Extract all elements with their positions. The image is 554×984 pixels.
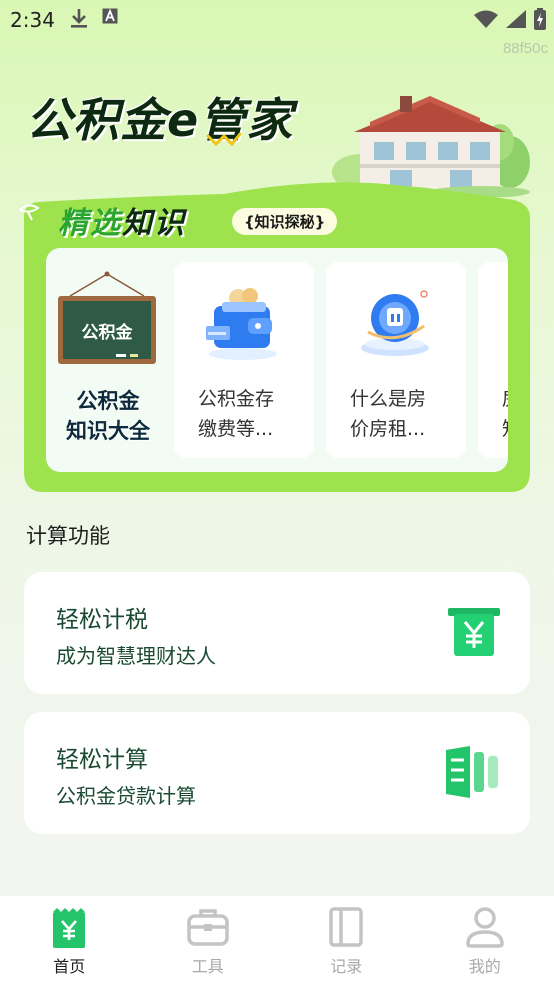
title-accent-decoration <box>206 132 242 147</box>
knowledge-heading-main: 知识 <box>122 206 186 241</box>
knowledge-card-line1: 公积金存 <box>198 388 275 410</box>
knowledge-card-line1: 什么是房 <box>350 388 427 410</box>
yuan-receipt-icon <box>448 608 500 656</box>
tab-label: 工具 <box>191 957 224 976</box>
section-title: 计算功能 <box>26 524 110 548</box>
book-icon <box>329 907 363 947</box>
tab-records[interactable]: 记录 <box>277 896 416 984</box>
calculator-bars-icon <box>446 746 498 798</box>
home-yuan-icon <box>53 908 86 948</box>
tax-calc-card[interactable]: 轻松计税 成为智慧理财达人 <box>24 572 530 694</box>
knowledge-card[interactable]: 什么是房 价房租... <box>326 262 466 458</box>
tab-home[interactable]: 首页 <box>0 896 139 984</box>
toolbox-icon <box>187 909 229 946</box>
knowledge-panel: 精选知识 {知识探秘} 公积金 公积金 知识大全 公积金存 缴费等... 什么是… <box>18 182 530 492</box>
tab-mine[interactable]: 我的 <box>416 896 554 984</box>
signal-icon <box>506 10 526 28</box>
watermark-text: 88f50c <box>502 40 548 57</box>
knowledge-card[interactable]: 房 知 <box>478 262 508 458</box>
featured-title-line2: 知识大全 <box>66 419 150 443</box>
featured-title-line1: 公积金 <box>76 389 140 413</box>
knowledge-card-text: 房 知 <box>502 384 508 444</box>
knowledge-card-line2: 知 <box>502 414 508 444</box>
knowledge-card-text: 什么是房 价房租... <box>350 384 450 444</box>
bottom-tab-bar: 首页 工具 记录 我的 <box>0 896 554 984</box>
knowledge-badge: {知识探秘} <box>232 208 338 235</box>
knowledge-carousel[interactable]: 公积金 公积金 知识大全 公积金存 缴费等... 什么是房 价房租... <box>46 248 508 472</box>
tab-tools[interactable]: 工具 <box>139 896 278 984</box>
tab-label: 记录 <box>330 957 363 976</box>
leaf-sparkle-icon <box>18 204 40 221</box>
user-icon <box>465 907 504 948</box>
func-card-title: 轻松计税 <box>56 607 148 633</box>
status-bar: 2:34 <box>0 0 554 38</box>
func-card-subtitle: 公积金贷款计算 <box>56 784 196 808</box>
knowledge-card-featured-title: 公积金 知识大全 <box>46 386 170 446</box>
wallet-icon <box>206 288 277 360</box>
tab-label: 首页 <box>53 957 86 976</box>
knowledge-card[interactable]: 公积金存 缴费等... <box>174 262 314 458</box>
knowledge-heading: 精选知识 <box>58 198 186 242</box>
wifi-icon <box>474 10 498 28</box>
app-title: 公积金e管家 <box>26 93 294 147</box>
knowledge-card-line2: 缴费等... <box>198 418 274 440</box>
status-time: 2:34 <box>10 8 55 32</box>
battery-icon <box>534 8 546 30</box>
knowledge-card-text: 公积金存 缴费等... <box>198 384 298 444</box>
func-card-title: 轻松计算 <box>56 747 148 773</box>
loan-calc-card[interactable]: 轻松计算 公积金贷款计算 <box>24 712 530 834</box>
text-a-icon <box>102 8 118 24</box>
blackboard-text: 公积金 <box>81 323 133 343</box>
knowledge-heading-highlight: 精选 <box>58 206 122 241</box>
download-icon <box>71 9 87 28</box>
knowledge-card-line2: 价房租... <box>350 418 426 440</box>
func-card-subtitle: 成为智慧理财达人 <box>56 644 216 668</box>
globe-icon <box>361 290 429 356</box>
knowledge-card-line1: 房 <box>502 384 508 414</box>
knowledge-card-featured[interactable]: 公积金 公积金 知识大全 <box>46 248 170 472</box>
tab-label: 我的 <box>468 957 501 976</box>
